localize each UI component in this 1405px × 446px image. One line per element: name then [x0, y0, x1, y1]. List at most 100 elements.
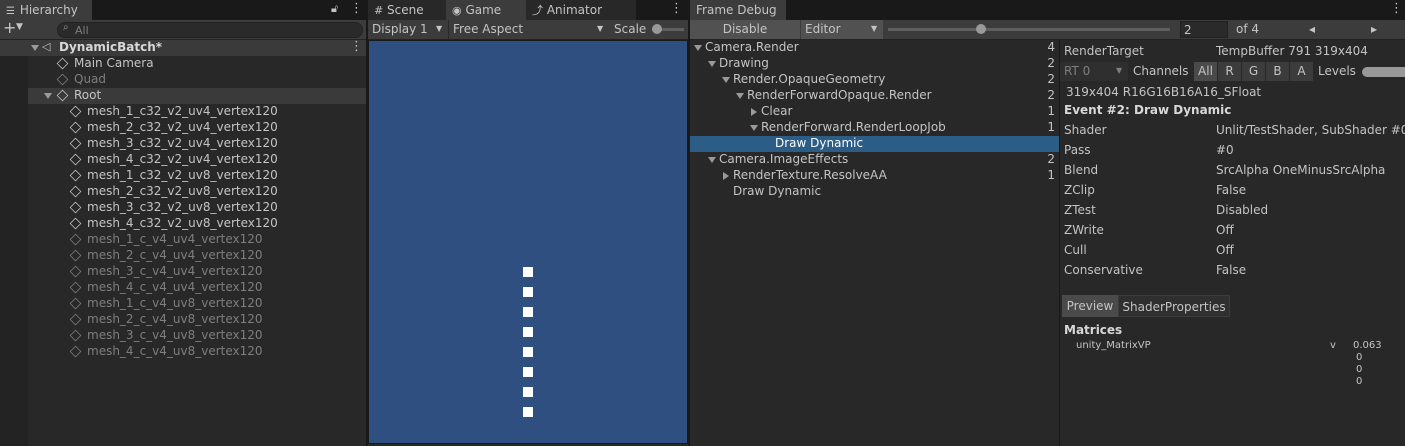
hierarchy-item[interactable]: mesh_4_c32_v2_uv8_vertex120	[28, 216, 366, 232]
hierarchy-panel: ☰ Hierarchy 🔓︎ ⋮ + ▼ ⌕ All ◁ DynamicBatc…	[0, 0, 366, 446]
hierarchy-item-label: Root	[74, 88, 102, 102]
channel-button-all[interactable]: All	[1194, 62, 1217, 81]
event-index-input[interactable]: 2	[1180, 21, 1228, 38]
scale-label: Scale	[614, 22, 647, 36]
event-slider-thumb[interactable]	[976, 24, 987, 34]
prev-event-button[interactable]: ◂	[1282, 20, 1342, 39]
aspect-dropdown[interactable]: Free Aspect ▼	[448, 20, 608, 39]
game-toolbar: Display 1 ▼ Free Aspect ▼ Scale	[368, 20, 688, 40]
frame-event-row[interactable]: RenderForwardOpaque.Render 2	[690, 88, 1059, 104]
gameobject-icon	[69, 217, 82, 230]
expand-down-icon[interactable]	[708, 157, 716, 163]
shader-properties-tab[interactable]: ShaderProperties	[1118, 295, 1230, 317]
rt-label: RT 0	[1064, 64, 1091, 78]
hierarchy-item[interactable]: mesh_1_c_v4_uv8_vertex120	[28, 296, 366, 312]
scene-expand-icon[interactable]	[31, 45, 39, 51]
frame-event-row[interactable]: RenderForward.RenderLoopJob 1	[690, 120, 1059, 136]
property-value: Unlit/TestShader, SubShader #0	[1216, 123, 1405, 137]
hierarchy-item[interactable]: mesh_1_c32_v2_uv8_vertex120	[28, 168, 366, 184]
hierarchy-item[interactable]: mesh_2_c32_v2_uv8_vertex120	[28, 184, 366, 200]
channel-button-g[interactable]: G	[1242, 62, 1265, 81]
root-expand-icon[interactable]	[44, 93, 52, 99]
expand-down-icon[interactable]	[694, 45, 702, 51]
property-value: Disabled	[1216, 203, 1269, 217]
hierarchy-item[interactable]: mesh_4_c_v4_uv8_vertex120	[28, 344, 366, 360]
levels-slider[interactable]	[1362, 67, 1405, 77]
tab-frame-debug[interactable]: Frame Debug	[690, 0, 786, 20]
channel-button-a[interactable]: A	[1290, 62, 1313, 81]
disable-button[interactable]: Disable	[690, 20, 800, 39]
hierarchy-item-label: mesh_1_c_v4_uv8_vertex120	[87, 296, 263, 310]
batched-quad	[523, 347, 533, 357]
expand-down-icon[interactable]	[708, 61, 716, 67]
batched-quad	[523, 407, 533, 417]
rt-dropdown[interactable]: RT 0 ▼	[1060, 62, 1128, 81]
game-viewport[interactable]	[368, 40, 688, 444]
hierarchy-item[interactable]: mesh_3_c32_v2_uv8_vertex120	[28, 200, 366, 216]
aspect-label: Free Aspect	[453, 22, 524, 36]
hierarchy-item[interactable]: mesh_2_c_v4_uv8_vertex120	[28, 312, 366, 328]
tab-animator[interactable]: ⤴ Animator	[526, 0, 636, 20]
matrix-cell: 0.063	[1353, 340, 1382, 351]
frame-event-row[interactable]: RenderTexture.ResolveAA 1	[690, 168, 1059, 184]
channel-button-b[interactable]: B	[1266, 62, 1289, 81]
frame-event-row[interactable]: Draw Dynamic	[690, 136, 1059, 152]
display-dropdown[interactable]: Display 1 ▼	[368, 20, 448, 39]
frame-event-count: 1	[1047, 104, 1055, 118]
batched-quad	[523, 367, 533, 377]
expand-down-icon[interactable]	[722, 77, 730, 83]
lock-icon[interactable]: 🔓︎	[331, 2, 338, 16]
property-name: ZWrite	[1064, 223, 1104, 237]
frame-event-row[interactable]: Render.OpaqueGeometry 2	[690, 72, 1059, 88]
scene-row[interactable]: ◁ DynamicBatch* ⋮	[0, 39, 366, 56]
hierarchy-item-label: mesh_4_c32_v2_uv8_vertex120	[87, 216, 278, 230]
hierarchy-item[interactable]: mesh_2_c32_v2_uv4_vertex120	[28, 120, 366, 136]
expand-right-icon[interactable]	[723, 172, 729, 180]
preview-tab[interactable]: Preview	[1062, 295, 1118, 317]
hierarchy-item[interactable]: mesh_4_c_v4_uv4_vertex120	[28, 280, 366, 296]
frame-event-row[interactable]: Camera.Render 4	[690, 40, 1059, 56]
add-dropdown-icon[interactable]: ▼	[16, 22, 23, 32]
expand-down-icon[interactable]	[736, 93, 744, 99]
hierarchy-item[interactable]: Quad	[28, 72, 366, 88]
hierarchy-item[interactable]: mesh_3_c_v4_uv8_vertex120	[28, 328, 366, 344]
property-name: Blend	[1064, 163, 1099, 177]
frame-debug-toolbar: Disable Editor ▼ 2 of 4 ◂ ▸	[690, 20, 1405, 40]
hierarchy-item[interactable]: mesh_1_c_v4_uv4_vertex120	[28, 232, 366, 248]
expand-down-icon[interactable]	[750, 125, 758, 131]
scale-slider-thumb[interactable]	[652, 24, 662, 34]
hierarchy-item[interactable]: mesh_3_c_v4_uv4_vertex120	[28, 264, 366, 280]
tab-hierarchy[interactable]: ☰ Hierarchy	[0, 0, 92, 20]
frame-event-row[interactable]: Camera.ImageEffects 2	[690, 152, 1059, 168]
frame-event-row[interactable]: Clear 1	[690, 104, 1059, 120]
tab-scene[interactable]: # Scene	[368, 0, 446, 20]
gameobject-icon	[69, 249, 82, 262]
hierarchy-item[interactable]: mesh_2_c_v4_uv4_vertex120	[28, 248, 366, 264]
hierarchy-item[interactable]: mesh_3_c32_v2_uv4_vertex120	[28, 136, 366, 152]
frame-event-row[interactable]: Drawing 2	[690, 56, 1059, 72]
tab-game-label: Game	[465, 3, 502, 17]
hierarchy-item[interactable]: Main Camera	[28, 56, 366, 72]
scene-more-icon[interactable]: ⋮	[350, 39, 363, 54]
frame-event-row[interactable]: Draw Dynamic	[690, 184, 1059, 200]
hierarchy-item[interactable]: mesh_4_c32_v2_uv4_vertex120	[28, 152, 366, 168]
frame-debug-more-icon[interactable]: ⋮	[1390, 1, 1403, 16]
event-slider[interactable]	[888, 24, 1170, 34]
channel-button-r[interactable]: R	[1218, 62, 1241, 81]
editor-dropdown[interactable]: Editor ▼	[801, 20, 883, 39]
hierarchy-item[interactable]: Root	[28, 88, 366, 104]
next-event-button[interactable]: ▸	[1344, 20, 1404, 39]
frame-event-count: 2	[1047, 152, 1055, 166]
gameobject-icon	[69, 121, 82, 134]
gameobject-icon	[69, 265, 82, 278]
tab-game[interactable]: ◉ Game	[446, 0, 526, 20]
scale-slider[interactable]	[652, 24, 684, 34]
game-more-icon[interactable]: ⋮	[670, 1, 683, 16]
hierarchy-more-icon[interactable]: ⋮	[350, 1, 363, 16]
frame-event-label: RenderForwardOpaque.Render	[747, 88, 932, 102]
hierarchy-item[interactable]: mesh_1_c32_v2_uv4_vertex120	[28, 104, 366, 120]
property-name: ZClip	[1064, 183, 1095, 197]
search-input[interactable]: ⌕ All	[57, 22, 363, 38]
expand-right-icon[interactable]	[751, 108, 757, 116]
add-icon[interactable]: +	[3, 18, 16, 37]
